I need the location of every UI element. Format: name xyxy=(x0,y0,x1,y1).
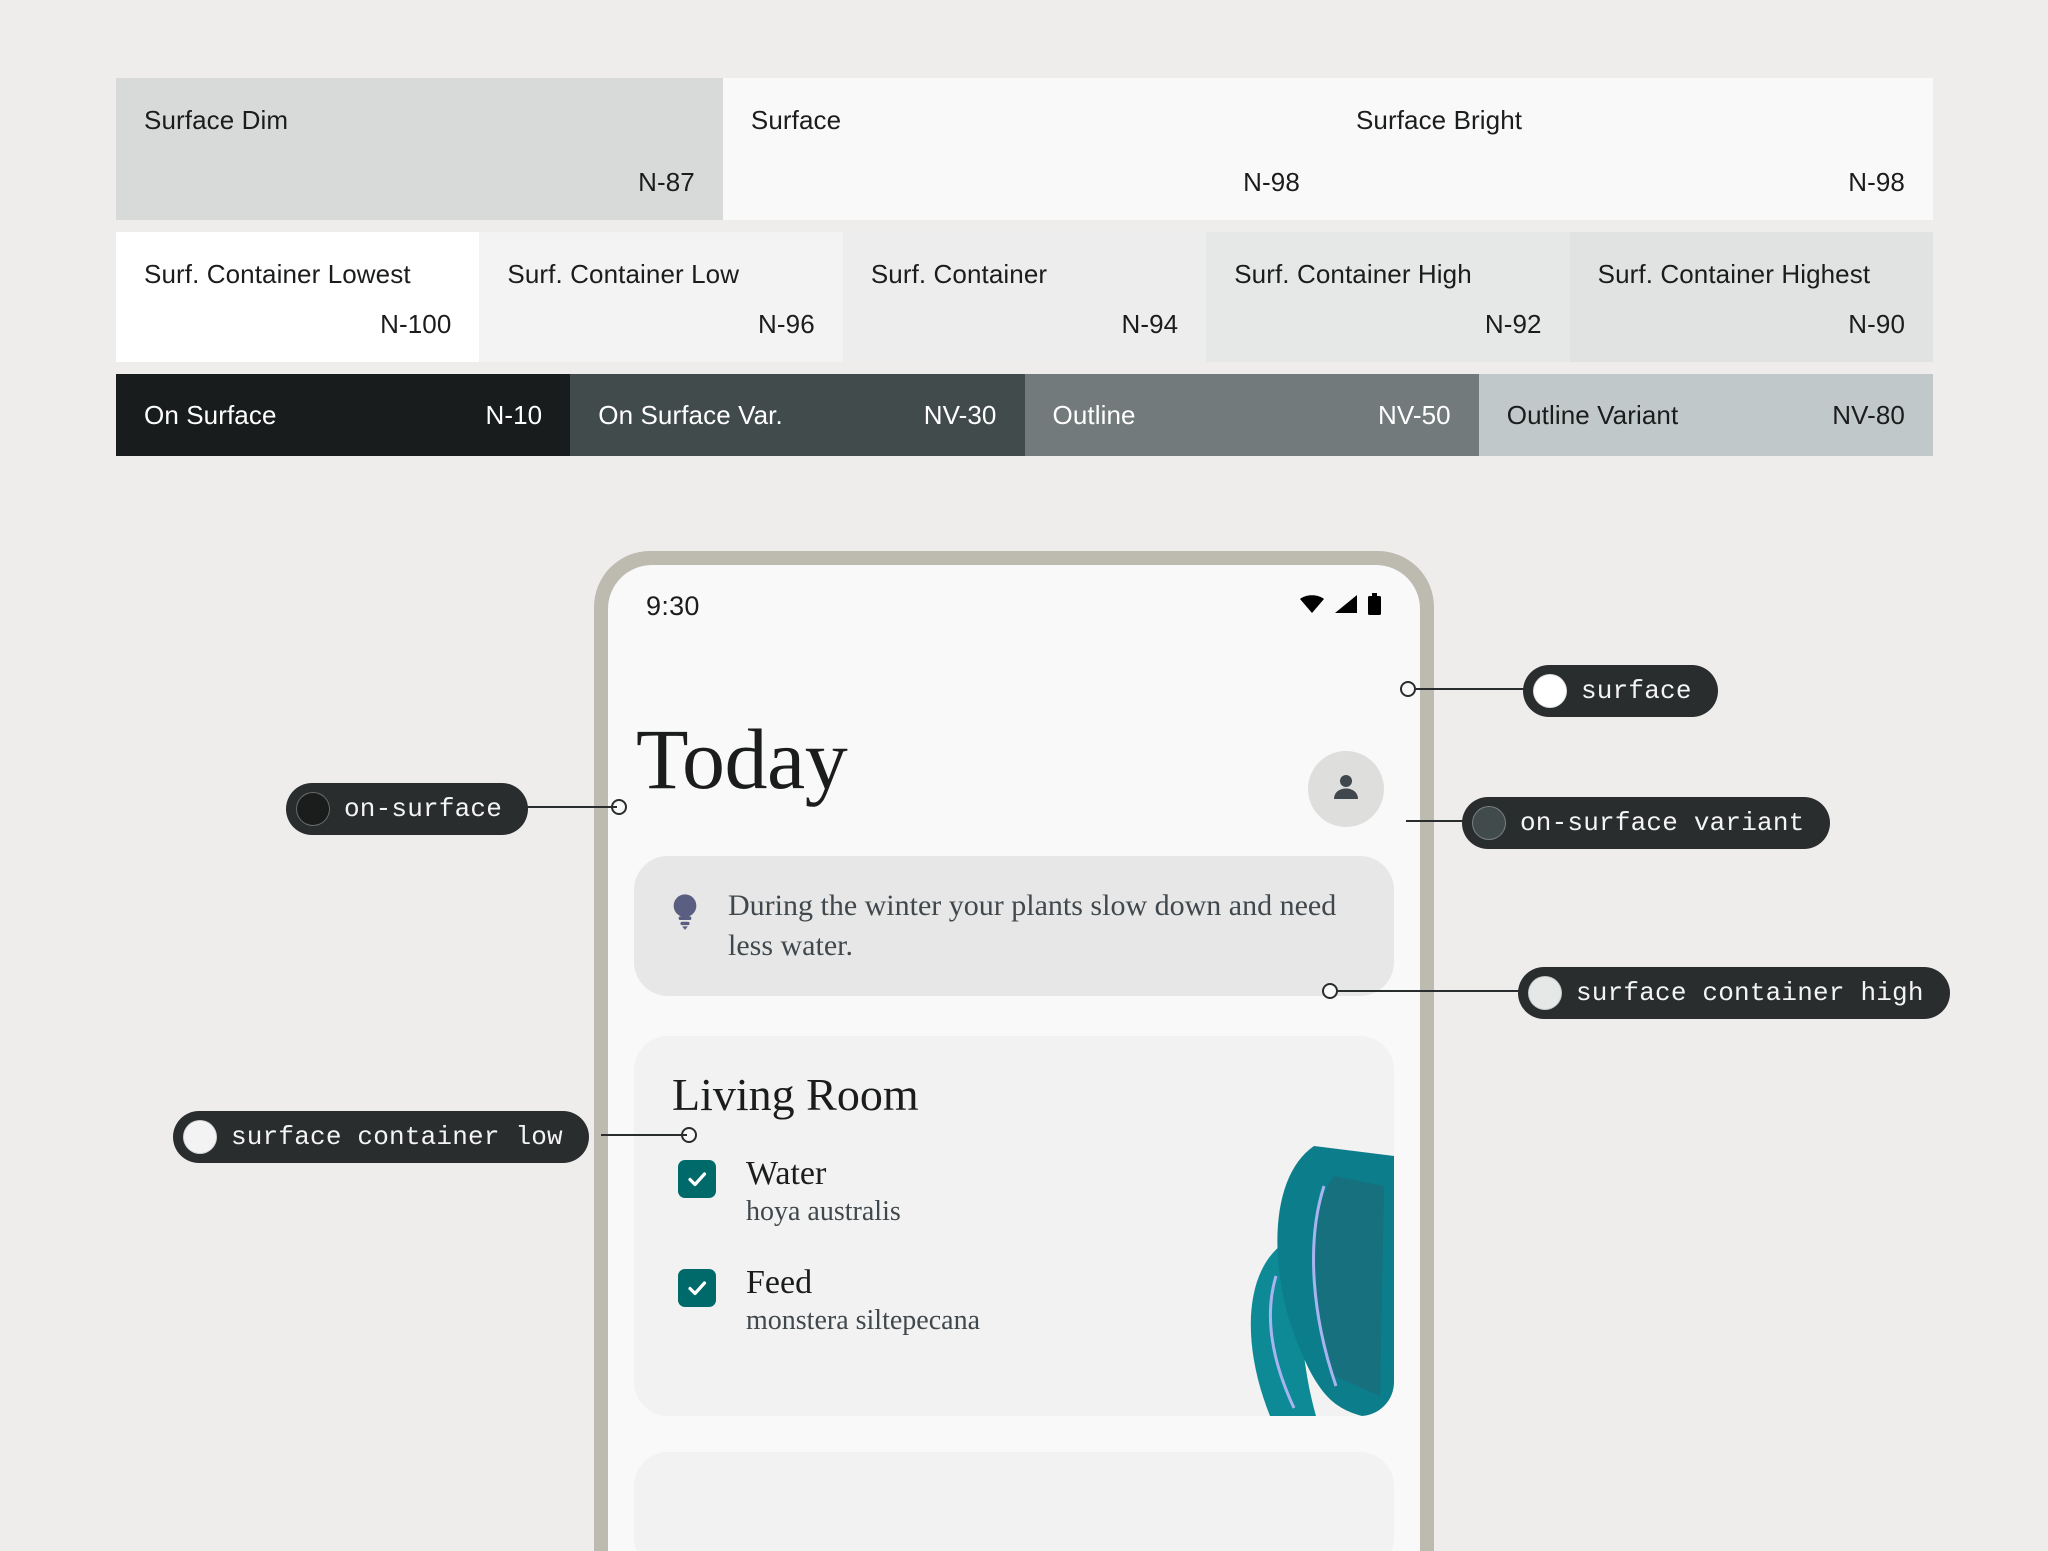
callout-leader-surface-container-low xyxy=(601,1134,687,1136)
swatch-code: N-94 xyxy=(1121,309,1179,339)
swatch-name: Surf. Container xyxy=(870,259,1048,289)
callout-label: surface container low xyxy=(231,1122,563,1152)
tip-card[interactable]: During the winter your plants slow down … xyxy=(634,856,1394,996)
callout-swatch-dot xyxy=(183,1120,217,1154)
swatch-on-surface[interactable]: On Surface N-10 xyxy=(116,374,571,456)
callout-surface[interactable]: surface xyxy=(1523,665,1718,717)
swatch-code: N-92 xyxy=(1484,309,1542,339)
check-icon xyxy=(688,1172,707,1187)
swatch-outline-variant[interactable]: Outline Variant NV-80 xyxy=(1478,374,1933,456)
swatch-code: N-87 xyxy=(638,167,695,197)
swatch-code: N-98 xyxy=(1848,167,1905,197)
swatch-surface-container[interactable]: Surf. Container N-94 xyxy=(842,232,1207,362)
task-label: Feed xyxy=(746,1264,813,1302)
task-plant-name: hoya australis xyxy=(746,1196,901,1228)
swatch-on-surface-variant[interactable]: On Surface Var. NV-30 xyxy=(570,374,1025,456)
task-checkbox[interactable] xyxy=(678,1269,716,1308)
battery-icon xyxy=(1367,593,1382,620)
swatch-code: NV-50 xyxy=(1377,399,1451,430)
lightbulb-icon xyxy=(668,890,702,935)
wifi-icon xyxy=(1299,594,1325,619)
swatch-surface-container-highest[interactable]: Surf. Container Highest N-90 xyxy=(1569,232,1934,362)
callout-surface-container-low[interactable]: surface container low xyxy=(173,1111,589,1163)
swatch-name: Outline xyxy=(1052,399,1136,430)
callout-swatch-dot xyxy=(1528,976,1562,1010)
person-icon xyxy=(1328,769,1364,810)
callout-swatch-dot xyxy=(1533,674,1567,708)
swatch-name: Surface Bright xyxy=(1355,105,1523,135)
status-icons xyxy=(1299,593,1382,620)
task-checkbox[interactable] xyxy=(678,1160,716,1199)
room-title: Living Room xyxy=(672,1068,919,1120)
check-icon xyxy=(688,1281,707,1296)
callout-leader-on-surface-variant xyxy=(1406,820,1470,822)
callout-label: on-surface variant xyxy=(1520,808,1805,838)
swatch-outline[interactable]: Outline NV-50 xyxy=(1024,374,1479,456)
tip-text: During the winter your plants slow down … xyxy=(728,889,1337,962)
swatch-surface-container-low[interactable]: Surf. Container Low N-96 xyxy=(479,232,843,362)
page-title: Today xyxy=(636,711,848,807)
next-card[interactable] xyxy=(634,1451,1394,1551)
swatch-code: N-98 xyxy=(1243,167,1300,197)
swatch-code: N-90 xyxy=(1848,309,1906,339)
color-swatch-table: Surface Dim N-87 Surface N-98 Surface Br… xyxy=(116,78,1934,456)
swatch-name: Surface xyxy=(750,105,842,135)
avatar[interactable] xyxy=(1308,751,1384,827)
callout-leader-on-surface xyxy=(527,806,617,808)
task-row[interactable]: Feed monstera siltepecana xyxy=(678,1263,1394,1338)
cellular-signal-icon xyxy=(1334,594,1358,619)
swatch-row-containers: Surf. Container Lowest N-100 Surf. Conta… xyxy=(116,232,1934,362)
swatch-surface[interactable]: Surface N-98 xyxy=(722,78,1328,220)
swatch-code: N-10 xyxy=(485,399,543,430)
task-plant-name: monstera siltepecana xyxy=(746,1305,981,1337)
swatch-surface-bright[interactable]: Surface Bright N-98 xyxy=(1327,78,1933,220)
swatch-name: Surf. Container High xyxy=(1234,259,1472,289)
swatch-surface-container-high[interactable]: Surf. Container High N-92 xyxy=(1206,232,1570,362)
swatch-code: NV-80 xyxy=(1832,399,1905,430)
phone-mockup: 9:30 Today During the winter your plants… xyxy=(594,551,1434,1551)
swatch-code: N-96 xyxy=(758,309,815,339)
swatch-name: On Surface Var. xyxy=(598,399,783,430)
swatch-row-surfaces: Surface Dim N-87 Surface N-98 Surface Br… xyxy=(116,78,1933,220)
callout-swatch-dot xyxy=(296,792,330,826)
status-time: 9:30 xyxy=(646,591,700,621)
swatch-code: NV-30 xyxy=(923,399,997,430)
swatch-name: Surface Dim xyxy=(144,105,289,135)
callout-swatch-dot xyxy=(1472,806,1506,840)
task-label: Water xyxy=(746,1155,827,1193)
callout-label: surface xyxy=(1581,676,1692,706)
callout-anchor-surface-container-high xyxy=(1322,983,1338,999)
swatch-name: Surf. Container Lowest xyxy=(144,259,411,289)
callout-leader-surface-container-high xyxy=(1338,990,1520,992)
task-row[interactable]: Water hoya australis xyxy=(678,1154,1394,1229)
swatch-name: Outline Variant xyxy=(1506,399,1679,430)
callout-label: on-surface xyxy=(344,794,503,824)
swatch-row-on-surface-outline: On Surface N-10 On Surface Var. NV-30 Ou… xyxy=(116,374,1933,456)
status-bar: 9:30 xyxy=(608,565,1420,622)
callout-anchor-surface xyxy=(1400,681,1416,697)
swatch-surface-dim[interactable]: Surface Dim N-87 xyxy=(116,78,723,220)
callout-on-surface-variant[interactable]: on-surface variant xyxy=(1462,797,1831,849)
swatch-code: N-100 xyxy=(380,309,452,339)
room-card[interactable]: Living Room Water hoya australis Feed mo… xyxy=(634,1035,1394,1416)
swatch-surface-container-lowest[interactable]: Surf. Container Lowest N-100 xyxy=(116,232,480,362)
callout-label: surface container high xyxy=(1576,978,1924,1008)
callout-on-surface[interactable]: on-surface xyxy=(286,783,529,835)
phone-screen: 9:30 Today During the winter your plants… xyxy=(608,565,1420,1551)
swatch-name: Surf. Container Highest xyxy=(1597,259,1871,289)
swatch-name: On Surface xyxy=(144,399,277,430)
swatch-name: Surf. Container Low xyxy=(507,259,740,289)
callout-surface-container-high[interactable]: surface container high xyxy=(1518,967,1950,1019)
